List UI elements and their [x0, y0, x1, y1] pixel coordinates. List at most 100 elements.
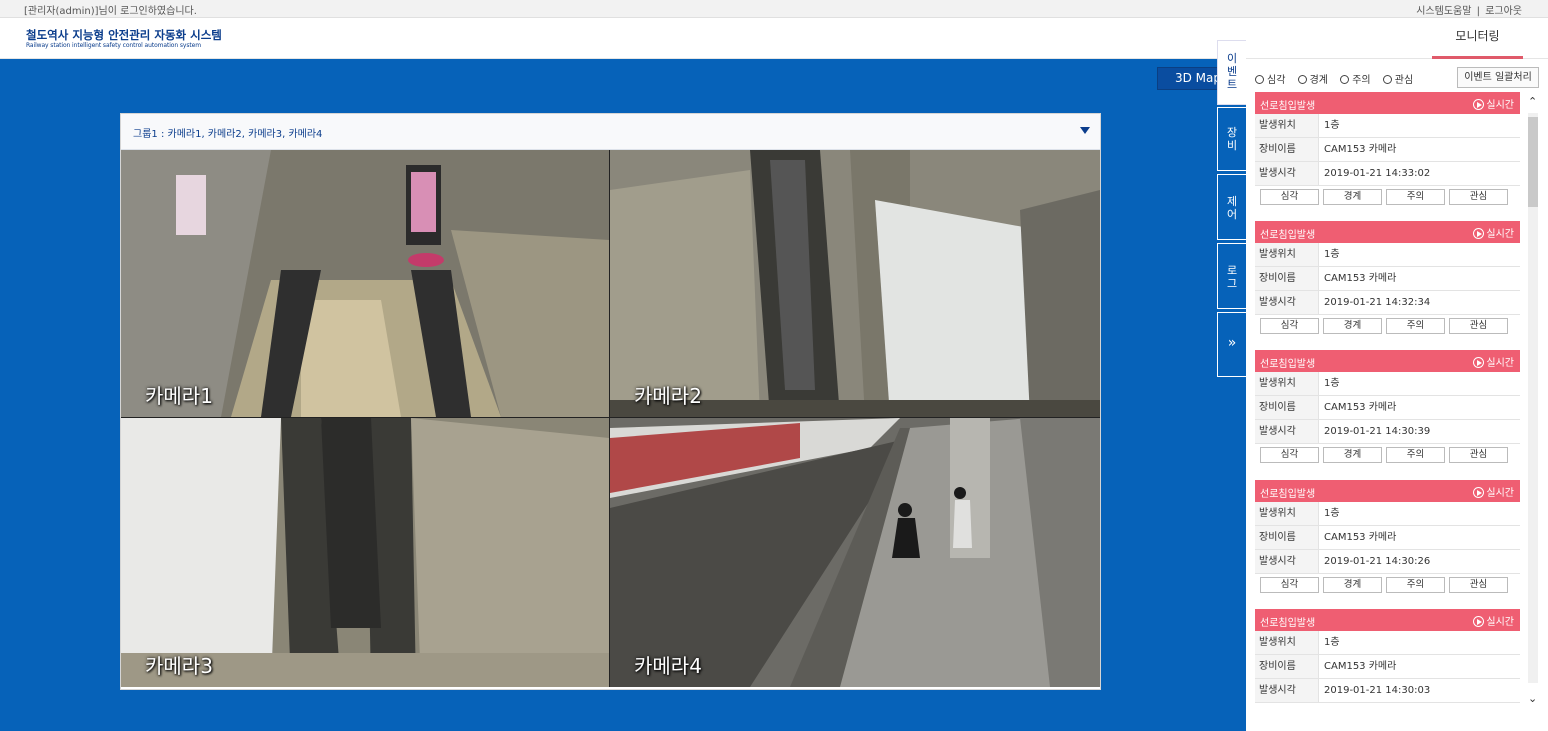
- side-tab-control-char: 제: [1226, 195, 1238, 208]
- filter-caution[interactable]: 주의: [1340, 71, 1371, 86]
- bulk-process-button[interactable]: 이벤트 일괄처리: [1457, 67, 1539, 88]
- event-location-row: 발생위치 1층: [1255, 631, 1520, 655]
- event-device-row: 장비이름 CAM153 카메라: [1255, 267, 1520, 291]
- event-card: 선로침입발생 실시간 발생위치 1층 장비이름 CAM153 카메라 발생시각 2019-01…: [1255, 480, 1520, 602]
- side-tab-event[interactable]: 이 벤 트: [1217, 40, 1246, 105]
- tab-monitoring[interactable]: 모니터링: [1432, 18, 1523, 59]
- realtime-button[interactable]: 실시간: [1473, 354, 1514, 369]
- event-location-key: 발생위치: [1255, 372, 1319, 395]
- filter-warning[interactable]: 경계: [1297, 71, 1328, 86]
- event-header: 선로침입발생 실시간: [1255, 221, 1520, 243]
- play-circle-icon: [1473, 357, 1485, 368]
- event-location-row: 발생위치 1층: [1255, 502, 1520, 526]
- event-time-key: 발생시각: [1255, 291, 1319, 314]
- event-time-row: 발생시각 2019-01-21 14:30:03: [1255, 679, 1520, 703]
- side-tab-control[interactable]: 제 어: [1217, 174, 1246, 240]
- caret-down-icon[interactable]: [1080, 127, 1090, 134]
- side-tab-log-char: 로: [1226, 264, 1238, 277]
- event-header: 선로침입발생 실시간: [1255, 92, 1520, 114]
- camera-view-3[interactable]: 카메라3: [121, 418, 609, 687]
- realtime-button[interactable]: 실시간: [1473, 225, 1514, 240]
- filter-critical[interactable]: 심각: [1255, 71, 1285, 86]
- warning-button[interactable]: 경계: [1323, 189, 1382, 205]
- caution-button[interactable]: 주의: [1386, 577, 1445, 593]
- critical-button[interactable]: 심각: [1260, 189, 1319, 205]
- event-location-value: 1층: [1324, 120, 1340, 131]
- event-device-row: 장비이름 CAM153 카메라: [1255, 138, 1520, 162]
- event-action-buttons: 심각 경계 주의 관심: [1255, 315, 1520, 339]
- event-location-key: 발생위치: [1255, 114, 1319, 137]
- side-tab-log-char: 그: [1226, 277, 1238, 290]
- interest-button[interactable]: 관심: [1449, 577, 1508, 593]
- event-card: 선로침입발생 실시간 발생위치 1층 장비이름 CAM153 카메라 발생시각 2019-01…: [1255, 350, 1520, 472]
- login-status-text: [관리자(admin)]님이 로그인하였습니다.: [24, 6, 197, 17]
- realtime-button[interactable]: 실시간: [1473, 484, 1514, 499]
- filter-label: 경계: [1309, 75, 1328, 86]
- severity-filters: 심각 경계 주의 관심: [1255, 71, 1422, 86]
- camera-label-4: 카메라4: [634, 654, 702, 678]
- side-tab-device[interactable]: 장 비: [1217, 107, 1246, 171]
- camera-view-2[interactable]: 카메라2: [610, 150, 1100, 417]
- interest-button[interactable]: 관심: [1449, 318, 1508, 334]
- interest-button[interactable]: 관심: [1449, 189, 1508, 205]
- caution-button[interactable]: 주의: [1386, 189, 1445, 205]
- app-title: 철도역사 지능형 안전관리 자동화 시스템: [26, 28, 222, 42]
- camera-4-scene: [610, 418, 1100, 687]
- side-tab-log[interactable]: 로 그: [1217, 243, 1246, 309]
- event-title: 선로침입발생: [1260, 101, 1316, 112]
- event-location-value: 1층: [1324, 637, 1340, 648]
- event-location-value: 1층: [1324, 378, 1340, 389]
- event-location-value: 1층: [1324, 249, 1340, 260]
- camera-3-scene: [121, 418, 609, 687]
- realtime-label: 실시간: [1486, 100, 1514, 111]
- warning-button[interactable]: 경계: [1323, 577, 1382, 593]
- event-device-row: 장비이름 CAM153 카메라: [1255, 526, 1520, 550]
- camera-view-4[interactable]: 카메라4: [610, 418, 1100, 687]
- logout-link[interactable]: 로그아웃: [1485, 6, 1522, 17]
- camera-view-1[interactable]: 카메라1: [121, 150, 609, 417]
- side-tab-event-char: 이: [1226, 52, 1238, 65]
- event-time-value: 2019-01-21 14:30:39: [1324, 426, 1431, 437]
- critical-button[interactable]: 심각: [1260, 577, 1319, 593]
- caution-button[interactable]: 주의: [1386, 318, 1445, 334]
- event-header: 선로침입발생 실시간: [1255, 609, 1520, 631]
- chevron-down-icon[interactable]: ⌄: [1528, 692, 1537, 705]
- link-separator: |: [1476, 6, 1480, 17]
- camera-2-scene: [610, 150, 1100, 417]
- camera-group-header: 그룹1 : 카메라1, 카메라2, 카메라3, 카메라4: [121, 114, 1100, 150]
- warning-button[interactable]: 경계: [1323, 447, 1382, 463]
- critical-button[interactable]: 심각: [1260, 318, 1319, 334]
- event-action-buttons: 심각 경계 주의 관심: [1255, 574, 1520, 598]
- event-scrollbar[interactable]: ⌃ ⌄: [1526, 95, 1539, 705]
- event-location-row: 발생위치 1층: [1255, 114, 1520, 138]
- warning-button[interactable]: 경계: [1323, 318, 1382, 334]
- event-action-buttons: 심각 경계 주의 관심: [1255, 444, 1520, 468]
- radio-icon: [1382, 75, 1392, 84]
- event-header: 선로침입발생 실시간: [1255, 480, 1520, 502]
- scroll-thumb[interactable]: [1528, 117, 1538, 207]
- side-tab-control-char: 어: [1226, 208, 1238, 221]
- help-link[interactable]: 시스템도움말: [1416, 6, 1471, 17]
- critical-button[interactable]: 심각: [1260, 447, 1319, 463]
- realtime-label: 실시간: [1486, 488, 1514, 499]
- event-card: 선로침입발생 실시간 발생위치 1층 장비이름 CAM153 카메라 발생시각 2019-01…: [1255, 221, 1520, 343]
- event-header: 선로침입발생 실시간: [1255, 350, 1520, 372]
- event-location-row: 발생위치 1층: [1255, 243, 1520, 267]
- event-time-value: 2019-01-21 14:30:26: [1324, 556, 1431, 567]
- caution-button[interactable]: 주의: [1386, 447, 1445, 463]
- side-tab-device-char: 장: [1226, 126, 1238, 139]
- event-device-key: 장비이름: [1255, 396, 1319, 419]
- camera-label-1: 카메라1: [145, 384, 213, 408]
- realtime-button[interactable]: 실시간: [1473, 613, 1514, 628]
- interest-button[interactable]: 관심: [1449, 447, 1508, 463]
- side-tab-device-char: 비: [1226, 139, 1238, 152]
- event-location-value: 1층: [1324, 508, 1340, 519]
- event-device-value: CAM153 카메라: [1324, 402, 1397, 413]
- top-links: 시스템도움말 | 로그아웃: [1416, 2, 1522, 17]
- play-circle-icon: [1473, 487, 1485, 498]
- expand-panel-button[interactable]: »: [1217, 312, 1246, 377]
- event-location-key: 발생위치: [1255, 631, 1319, 654]
- chevron-up-icon[interactable]: ⌃: [1528, 95, 1537, 108]
- filter-interest[interactable]: 관심: [1382, 71, 1413, 86]
- realtime-button[interactable]: 실시간: [1473, 96, 1514, 111]
